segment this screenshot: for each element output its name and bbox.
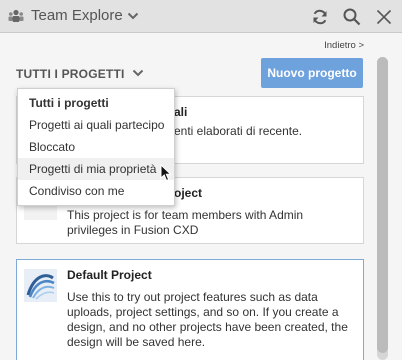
chevron-down-icon — [132, 69, 144, 77]
panel-title[interactable]: Team Explore — [31, 7, 123, 24]
project-title: oject — [174, 186, 203, 200]
chevron-down-icon[interactable] — [127, 11, 139, 21]
project-filter-label: TUTTI I PROGETTI — [16, 67, 125, 81]
project-title: ali — [174, 105, 188, 119]
team-icon — [8, 9, 24, 22]
project-filter-menu: Tutti i progetti Progetti ai quali parte… — [17, 88, 175, 206]
project-filter-dropdown[interactable]: TUTTI I PROGETTI — [16, 65, 144, 83]
project-title: Default Project — [67, 268, 152, 282]
project-description: This project is for team members with Ad… — [67, 208, 304, 237]
title-bar: Team Explore — [0, 0, 402, 33]
fusion-project-icon — [24, 269, 57, 302]
refresh-icon[interactable] — [310, 7, 330, 27]
search-icon[interactable] — [342, 7, 362, 27]
project-card-default[interactable]: Default Project Use this to try out proj… — [16, 259, 364, 360]
new-project-button[interactable]: Nuovo progetto — [261, 58, 363, 88]
scrollbar-thumb[interactable] — [377, 57, 388, 353]
menu-item-my-participation[interactable]: Progetti ai quali partecipo — [18, 114, 174, 136]
menu-item-shared-with-me[interactable]: Condiviso con me — [18, 180, 174, 202]
projects-panel: Indietro > TUTTI I PROGETTI Nuovo proget… — [0, 33, 402, 360]
close-icon[interactable] — [374, 7, 394, 27]
mouse-cursor-icon — [160, 164, 172, 182]
scrollbar[interactable] — [377, 57, 388, 360]
menu-item-all-projects[interactable]: Tutti i progetti — [18, 92, 174, 114]
back-link[interactable]: Indietro > — [324, 40, 364, 51]
project-description: enti elaborati di recente. — [174, 124, 303, 138]
menu-item-my-projects[interactable]: Progetti di mia proprietà — [18, 158, 174, 180]
menu-item-locked[interactable]: Bloccato — [18, 136, 174, 158]
project-description: Use this to try out project features suc… — [67, 290, 348, 349]
project-thumbnail — [24, 269, 57, 302]
